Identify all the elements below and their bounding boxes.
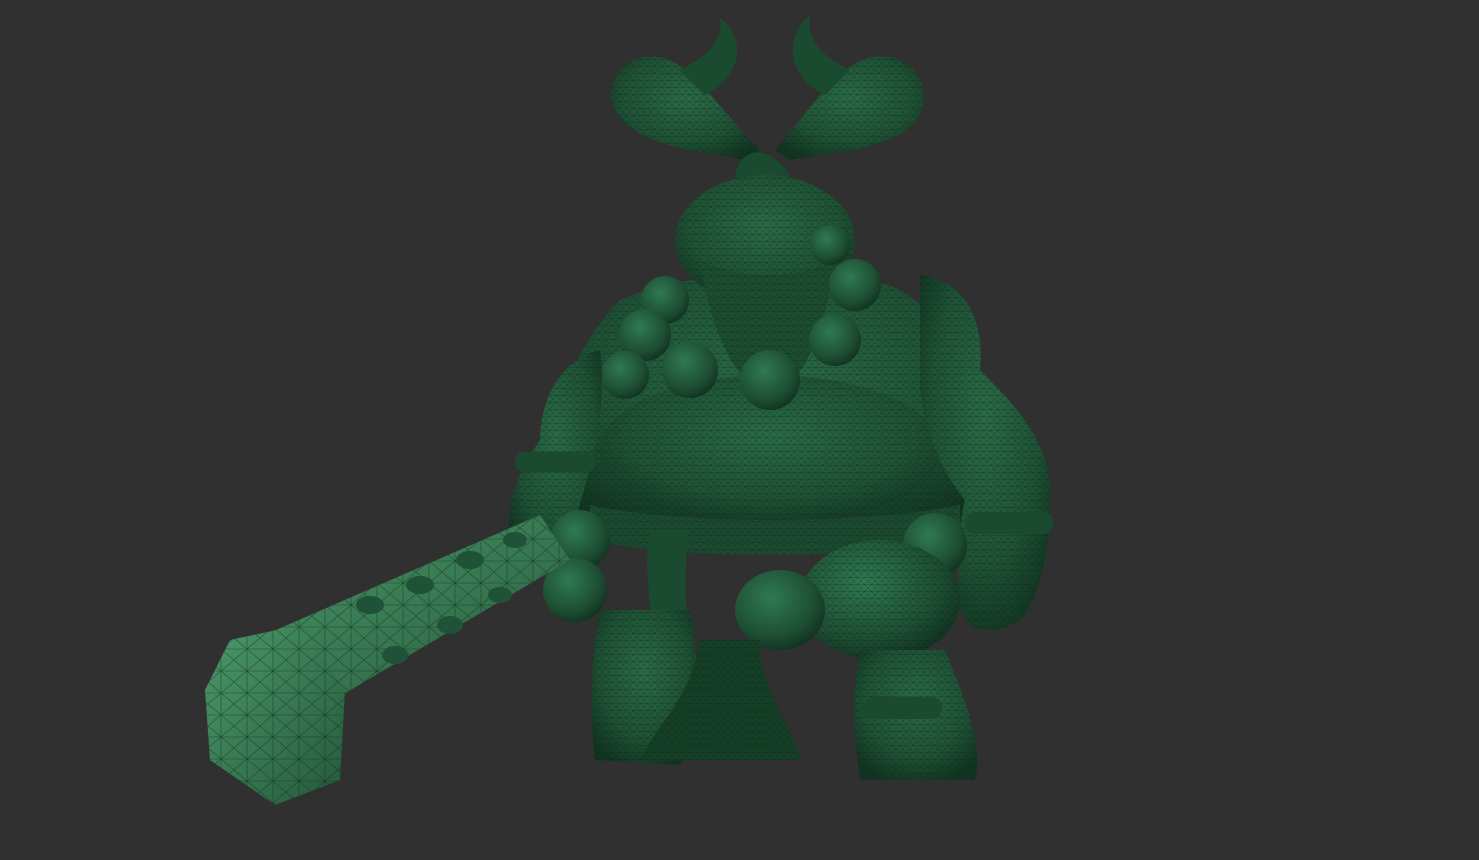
- spiked-club: [205, 515, 570, 805]
- ogre-model[interactable]: [205, 15, 1053, 805]
- helmet-horns: [611, 15, 925, 190]
- 3d-viewport[interactable]: [0, 0, 1479, 860]
- model-canvas[interactable]: [0, 0, 1479, 860]
